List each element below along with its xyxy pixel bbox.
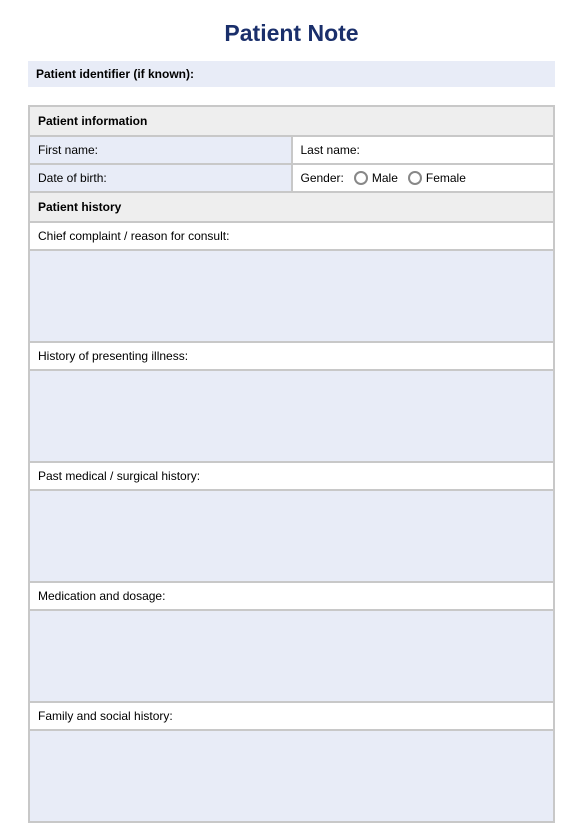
dob-field[interactable]: Date of birth: [29,164,292,192]
meds-box [29,610,554,702]
patient-form: Patient information First name: Last nam… [28,105,555,823]
patient-identifier-row[interactable]: Patient identifier (if known): [28,61,555,87]
hpi-input[interactable] [30,371,553,461]
family-label: Family and social history: [29,702,554,730]
chief-complaint-label: Chief complaint / reason for consult: [29,222,554,250]
pmh-input[interactable] [30,491,553,581]
section-patient-information: Patient information [29,106,554,136]
family-input[interactable] [30,731,553,821]
gender-label: Gender: [301,171,344,185]
dob-gender-row: Date of birth: Gender: Male Female [29,164,554,192]
first-name-field[interactable]: First name: [29,136,292,164]
family-box [29,730,554,822]
gender-field: Gender: Male Female [292,164,555,192]
radio-icon [354,171,368,185]
gender-female-option[interactable]: Female [408,171,466,185]
chief-complaint-input[interactable] [30,251,553,341]
hpi-label: History of presenting illness: [29,342,554,370]
last-name-field[interactable]: Last name: [292,136,555,164]
pmh-label: Past medical / surgical history: [29,462,554,490]
section-patient-history: Patient history [29,192,554,222]
pmh-box [29,490,554,582]
radio-icon [408,171,422,185]
gender-male-option[interactable]: Male [354,171,398,185]
meds-label: Medication and dosage: [29,582,554,610]
page-title: Patient Note [28,20,555,47]
gender-male-label: Male [372,171,398,185]
gender-female-label: Female [426,171,466,185]
chief-complaint-box [29,250,554,342]
name-row: First name: Last name: [29,136,554,164]
hpi-box [29,370,554,462]
meds-input[interactable] [30,611,553,701]
